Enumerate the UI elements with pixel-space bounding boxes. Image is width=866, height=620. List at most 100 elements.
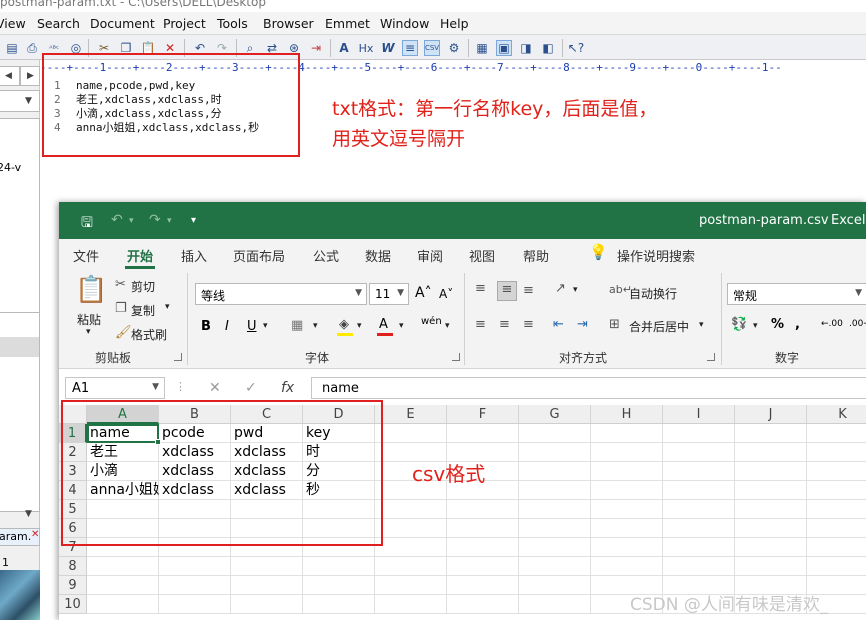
phonetic-icon[interactable]: wén	[421, 316, 442, 327]
menu-project[interactable]: Project	[163, 16, 206, 31]
percent-icon[interactable]: %	[771, 317, 784, 332]
column-header-g[interactable]: G	[519, 405, 591, 424]
menu-help[interactable]: Help	[440, 16, 469, 31]
menu-view[interactable]: View	[0, 16, 26, 31]
side-combo[interactable]: ▼	[0, 90, 40, 112]
align-middle-icon[interactable]: ≡	[497, 281, 517, 301]
menu-window[interactable]: Window	[380, 16, 429, 31]
insert-function-icon[interactable]: fx	[281, 380, 294, 396]
merge-center-icon[interactable]: ⊞	[609, 317, 620, 332]
fill-color-icon[interactable]: ◈	[339, 317, 349, 332]
row-header-8[interactable]: 8	[59, 557, 87, 576]
chevron-down-icon[interactable]: ▾	[165, 302, 170, 312]
column-header-j[interactable]: J	[735, 405, 807, 424]
output-panel-icon[interactable]: ▣	[496, 40, 512, 56]
column-header-i[interactable]: I	[663, 405, 735, 424]
copy-icon[interactable]: ❐	[115, 301, 127, 316]
settings-icon[interactable]: ⚙	[446, 40, 462, 56]
name-box[interactable]: A1 ▼	[65, 377, 165, 399]
browser-icon[interactable]: ◨	[518, 40, 534, 56]
comma-style-icon[interactable]: ,	[795, 317, 800, 332]
side-nav-box[interactable]: ▶	[20, 66, 40, 86]
paste-icon[interactable]: 📋	[75, 275, 107, 305]
print-preview-icon[interactable]: ▤	[4, 40, 20, 56]
chevron-down-icon[interactable]: ▾	[573, 285, 578, 295]
chevron-down-icon[interactable]: ▾	[263, 321, 268, 331]
menu-search[interactable]: Search	[37, 16, 80, 31]
orientation-icon[interactable]: ↗	[555, 281, 566, 296]
chevron-down-icon[interactable]: ▾	[86, 327, 91, 337]
macro-icon[interactable]: ◧	[540, 40, 556, 56]
tab-formulas[interactable]: 公式	[313, 246, 339, 265]
align-top-icon[interactable]: ≡	[475, 281, 486, 296]
csv-mode-icon[interactable]: CSV	[424, 40, 440, 56]
file-tab[interactable]: aram. ✕	[0, 528, 40, 546]
column-header-e[interactable]: E	[375, 405, 447, 424]
chevron-down-icon[interactable]: ▾	[445, 321, 450, 331]
align-right-icon[interactable]: ≡	[523, 317, 534, 332]
cancel-icon[interactable]: ✕	[209, 380, 221, 396]
tab-home[interactable]: 开始	[127, 246, 153, 265]
tab-help[interactable]: 帮助	[523, 246, 549, 265]
menu-emmet[interactable]: Emmet	[325, 16, 370, 31]
menu-tools[interactable]: Tools	[217, 16, 248, 31]
merge-center-button[interactable]: 合并后居中	[629, 318, 689, 335]
decrease-decimal-icon[interactable]: .00→	[849, 319, 866, 329]
wrap-icon[interactable]: W	[380, 40, 396, 56]
align-bottom-icon[interactable]: ≡	[523, 283, 534, 298]
ruler-toggle-icon[interactable]: ≡	[402, 40, 418, 56]
font-name-combo[interactable]: 等线 ▼	[195, 283, 367, 305]
copy-button[interactable]: 复制	[131, 302, 155, 319]
increase-indent-icon[interactable]: ⇥	[577, 317, 588, 332]
enter-icon[interactable]: ✓	[245, 380, 257, 396]
tab-data[interactable]: 数据	[365, 246, 391, 265]
tab-file[interactable]: 文件	[73, 246, 99, 265]
undo-icon[interactable]: ↶	[111, 212, 123, 228]
chevron-down-icon[interactable]: ▾	[129, 216, 134, 226]
menu-document[interactable]: Document	[90, 16, 155, 31]
side-file-list[interactable]: ▼	[0, 312, 40, 519]
chevron-down-icon[interactable]: ▾	[699, 320, 704, 330]
shrink-font-icon[interactable]: A˅	[439, 287, 453, 301]
hex-icon[interactable]: Hx	[358, 40, 374, 56]
italic-icon[interactable]: I	[225, 319, 229, 334]
chevron-down-icon[interactable]: ▾	[167, 216, 172, 226]
close-icon[interactable]: ✕	[31, 529, 39, 540]
side-list-item[interactable]: 24-v	[0, 161, 21, 174]
save-icon[interactable]: 🖫	[81, 212, 93, 236]
format-painter-button[interactable]: 格式刷	[131, 326, 167, 343]
tab-page-layout[interactable]: 页面布局	[233, 246, 285, 265]
goto-icon[interactable]: ⇥	[308, 40, 324, 56]
tab-insert[interactable]: 插入	[181, 246, 207, 265]
panel-icon[interactable]: ▦	[474, 40, 490, 56]
chevron-down-icon[interactable]: ▾	[313, 321, 318, 331]
tab-review[interactable]: 审阅	[417, 246, 443, 265]
formula-input[interactable]: name	[311, 377, 866, 399]
font-size-combo[interactable]: 11 ▼	[369, 283, 409, 305]
scroll-down-icon[interactable]: ▼	[25, 509, 32, 519]
font-launcher-icon[interactable]	[452, 353, 460, 361]
print-icon[interactable]: ⎙	[24, 40, 40, 56]
border-icon[interactable]: ▦	[291, 318, 303, 333]
column-header-h[interactable]: H	[591, 405, 663, 424]
more-icon[interactable]: ⋮	[175, 380, 186, 393]
align-center-icon[interactable]: ≡	[499, 317, 510, 332]
align-left-icon[interactable]: ≡	[475, 317, 486, 332]
wrap-text-button[interactable]: 自动换行	[629, 285, 677, 302]
help-icon[interactable]: ↖?	[568, 40, 584, 56]
alignment-launcher-icon[interactable]	[707, 353, 715, 361]
lightbulb-icon[interactable]: 💡	[589, 243, 608, 261]
font-color-icon[interactable]: A	[379, 317, 388, 332]
font-icon[interactable]: A	[336, 40, 352, 56]
underline-icon[interactable]: U	[247, 319, 257, 334]
menu-browser[interactable]: Browser	[263, 16, 314, 31]
column-header-f[interactable]: F	[447, 405, 519, 424]
cut-button[interactable]: 剪切	[131, 278, 155, 295]
clipboard-launcher-icon[interactable]	[174, 353, 182, 361]
customize-toolbar-icon[interactable]: ▾	[191, 215, 196, 226]
chevron-down-icon[interactable]: ▾	[753, 321, 758, 331]
row-header-10[interactable]: 10	[59, 595, 87, 614]
increase-decimal-icon[interactable]: ←.00	[821, 319, 843, 329]
bold-icon[interactable]: B	[201, 319, 211, 334]
column-header-k[interactable]: K	[807, 405, 866, 424]
